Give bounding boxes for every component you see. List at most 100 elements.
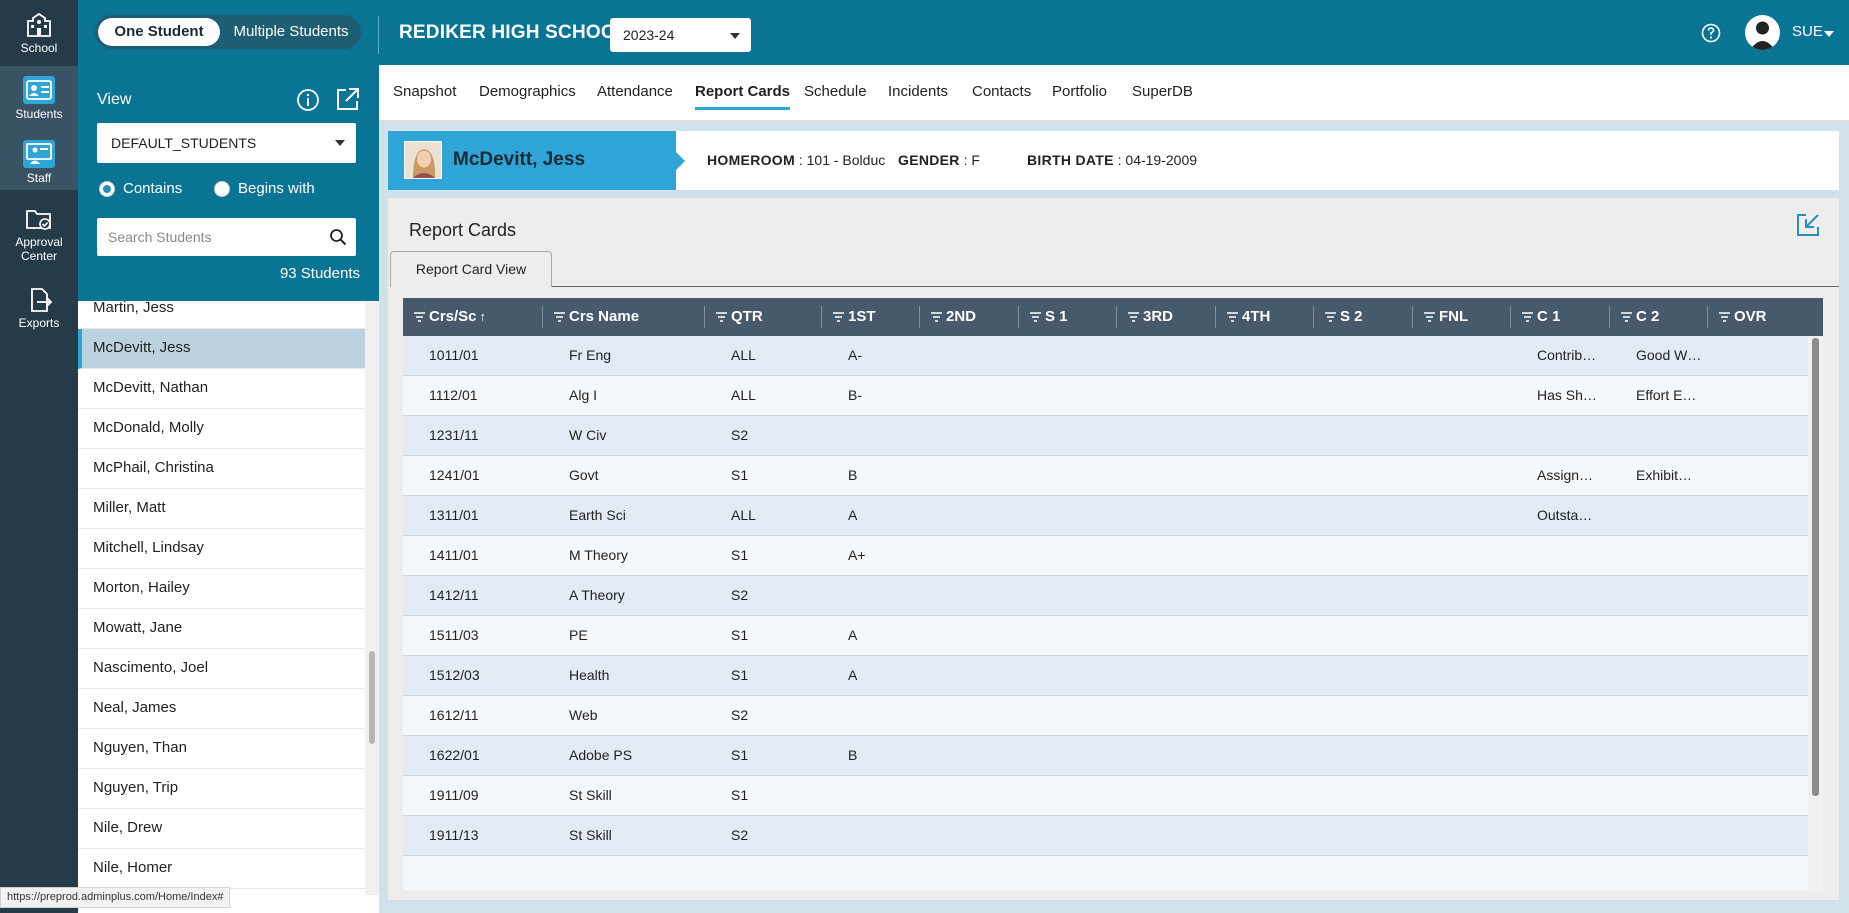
table-row[interactable]: 1411/01 M Theory S1 A+ [403, 536, 1808, 576]
student-list-item[interactable]: Morton, Hailey [78, 569, 365, 609]
tab-schedule[interactable]: Schedule [804, 83, 867, 100]
student-list-item[interactable]: Mowatt, Jane [78, 609, 365, 649]
tab-contacts[interactable]: Contacts [972, 83, 1031, 100]
student-list-item[interactable]: Nile, Drew [78, 809, 365, 849]
student-list-item[interactable]: Miller, Matt [78, 489, 365, 529]
column-separator[interactable] [1116, 306, 1117, 328]
filter-icon[interactable] [1227, 312, 1238, 322]
rail-item-staff[interactable]: Staff [0, 140, 78, 185]
filter-icon[interactable] [716, 312, 727, 322]
student-list-item[interactable]: Nascimento, Joel [78, 649, 365, 689]
student-list-item[interactable]: McDonald, Molly [78, 409, 365, 449]
table-row[interactable] [403, 856, 1808, 890]
tab-portfolio[interactable]: Portfolio [1052, 83, 1107, 100]
rail-item-students[interactable]: Students [0, 76, 78, 121]
student-list: Martin, Jess McDevitt, Jess McDevitt, Na… [78, 301, 365, 895]
table-row[interactable]: 1511/03 PE S1 A [403, 616, 1808, 656]
search-icon[interactable] [329, 228, 347, 246]
table-cell [1340, 616, 1410, 656]
tab-report-card-view[interactable]: Report Card View [390, 251, 552, 287]
table-cell [1537, 736, 1613, 776]
column-separator[interactable] [919, 306, 920, 328]
student-list-item[interactable]: Nile, Homer [78, 849, 365, 889]
table-row[interactable]: 1612/11 Web S2 [403, 696, 1808, 736]
tab-superdb[interactable]: SuperDB [1132, 83, 1193, 100]
info-icon[interactable] [296, 88, 320, 112]
table-row[interactable]: 1512/03 Health S1 A [403, 656, 1808, 696]
table-row[interactable]: 1241/01 Govt S1 B Assign… Exhibit… [403, 456, 1808, 496]
rail-item-approval-center[interactable]: Approval Center [0, 206, 78, 263]
student-list-scrollbar[interactable] [365, 301, 379, 895]
table-cell [848, 696, 918, 736]
column-separator[interactable] [1707, 306, 1708, 328]
student-list-item[interactable]: Martin, Jess [78, 301, 365, 329]
scrollbar-thumb[interactable] [1812, 338, 1819, 796]
table-row[interactable]: 1412/11 A Theory S2 [403, 576, 1808, 616]
filter-icon[interactable] [931, 312, 942, 322]
student-list-item[interactable]: Nguyen, Trip [78, 769, 365, 809]
filter-icon[interactable] [833, 312, 844, 322]
filter-icon[interactable] [1719, 312, 1730, 322]
column-separator[interactable] [821, 306, 822, 328]
tab-attendance[interactable]: Attendance [597, 83, 673, 100]
user-name[interactable]: SUE [1792, 23, 1823, 40]
student-list-item[interactable]: McDevitt, Nathan [78, 369, 365, 409]
popout-icon[interactable] [335, 86, 361, 112]
column-separator[interactable] [1609, 306, 1610, 328]
column-separator[interactable] [1313, 306, 1314, 328]
multiple-students-option[interactable]: Multiple Students [225, 18, 357, 46]
student-list-item-selected[interactable]: McDevitt, Jess [78, 329, 365, 369]
filter-icon[interactable] [1325, 312, 1336, 322]
table-cell: S1 [731, 787, 749, 803]
student-list-item[interactable]: Mitchell, Lindsay [78, 529, 365, 569]
tab-incidents[interactable]: Incidents [888, 83, 948, 100]
table-row[interactable]: 1011/01 Fr Eng ALL A- Contrib… Good W… [403, 336, 1808, 376]
table-cell: Effort E… [1636, 387, 1697, 403]
table-row[interactable]: 1311/01 Earth Sci ALL A Outsta… [403, 496, 1808, 536]
table-row[interactable]: 1231/11 W Civ S2 [403, 416, 1808, 456]
tab-snapshot[interactable]: Snapshot [393, 83, 456, 100]
student-list-item[interactable]: McPhail, Christina [78, 449, 365, 489]
column-separator[interactable] [704, 306, 705, 328]
collapse-icon[interactable] [1795, 212, 1821, 238]
help-icon[interactable] [1701, 23, 1721, 43]
table-row[interactable]: 1911/13 St Skill S2 [403, 816, 1808, 856]
column-separator[interactable] [542, 306, 543, 328]
column-label: 1ST [848, 308, 876, 325]
column-separator[interactable] [1510, 306, 1511, 328]
rail-item-exports[interactable]: Exports [0, 287, 78, 330]
filter-icon[interactable] [1522, 312, 1533, 322]
avatar[interactable] [1745, 15, 1780, 50]
column-separator[interactable] [1215, 306, 1216, 328]
filter-icon[interactable] [1030, 312, 1041, 322]
scrollbar-thumb[interactable] [369, 651, 375, 744]
rail-item-school[interactable]: School [0, 12, 78, 55]
student-mode-toggle[interactable]: One Student Multiple Students [95, 15, 361, 49]
one-student-option[interactable]: One Student [98, 18, 220, 46]
grid-scrollbar[interactable] [1808, 336, 1823, 890]
tab-report-cards[interactable]: Report Cards [695, 83, 791, 110]
table-row[interactable]: 1112/01 Alg I ALL B- Has Sh… Effort E… [403, 376, 1808, 416]
tab-demographics[interactable]: Demographics [479, 83, 576, 100]
table-row[interactable]: 1622/01 Adobe PS S1 B [403, 736, 1808, 776]
filter-icon[interactable] [414, 312, 425, 322]
column-separator[interactable] [1412, 306, 1413, 328]
filter-icon[interactable] [1128, 312, 1139, 322]
student-list-item[interactable]: Nguyen, Than [78, 729, 365, 769]
table-cell [1636, 776, 1712, 816]
filter-icon[interactable] [1621, 312, 1632, 322]
view-select[interactable]: DEFAULT_STUDENTS [97, 123, 356, 163]
table-cell [1340, 776, 1410, 816]
table-cell: PE [569, 627, 588, 643]
student-list-item[interactable]: Neal, James [78, 689, 365, 729]
search-input[interactable] [97, 218, 317, 256]
table-cell [1340, 376, 1410, 416]
filter-icon[interactable] [554, 312, 565, 322]
table-row[interactable]: 1911/09 St Skill S1 [403, 776, 1808, 816]
column-separator[interactable] [1018, 306, 1019, 328]
table-cell: ALL [731, 347, 756, 363]
school-year-select[interactable]: 2023-24 [610, 18, 751, 52]
user-menu-chevron-icon[interactable] [1824, 31, 1834, 37]
filter-icon[interactable] [1424, 312, 1435, 322]
table-cell: 1511/03 [429, 627, 479, 643]
